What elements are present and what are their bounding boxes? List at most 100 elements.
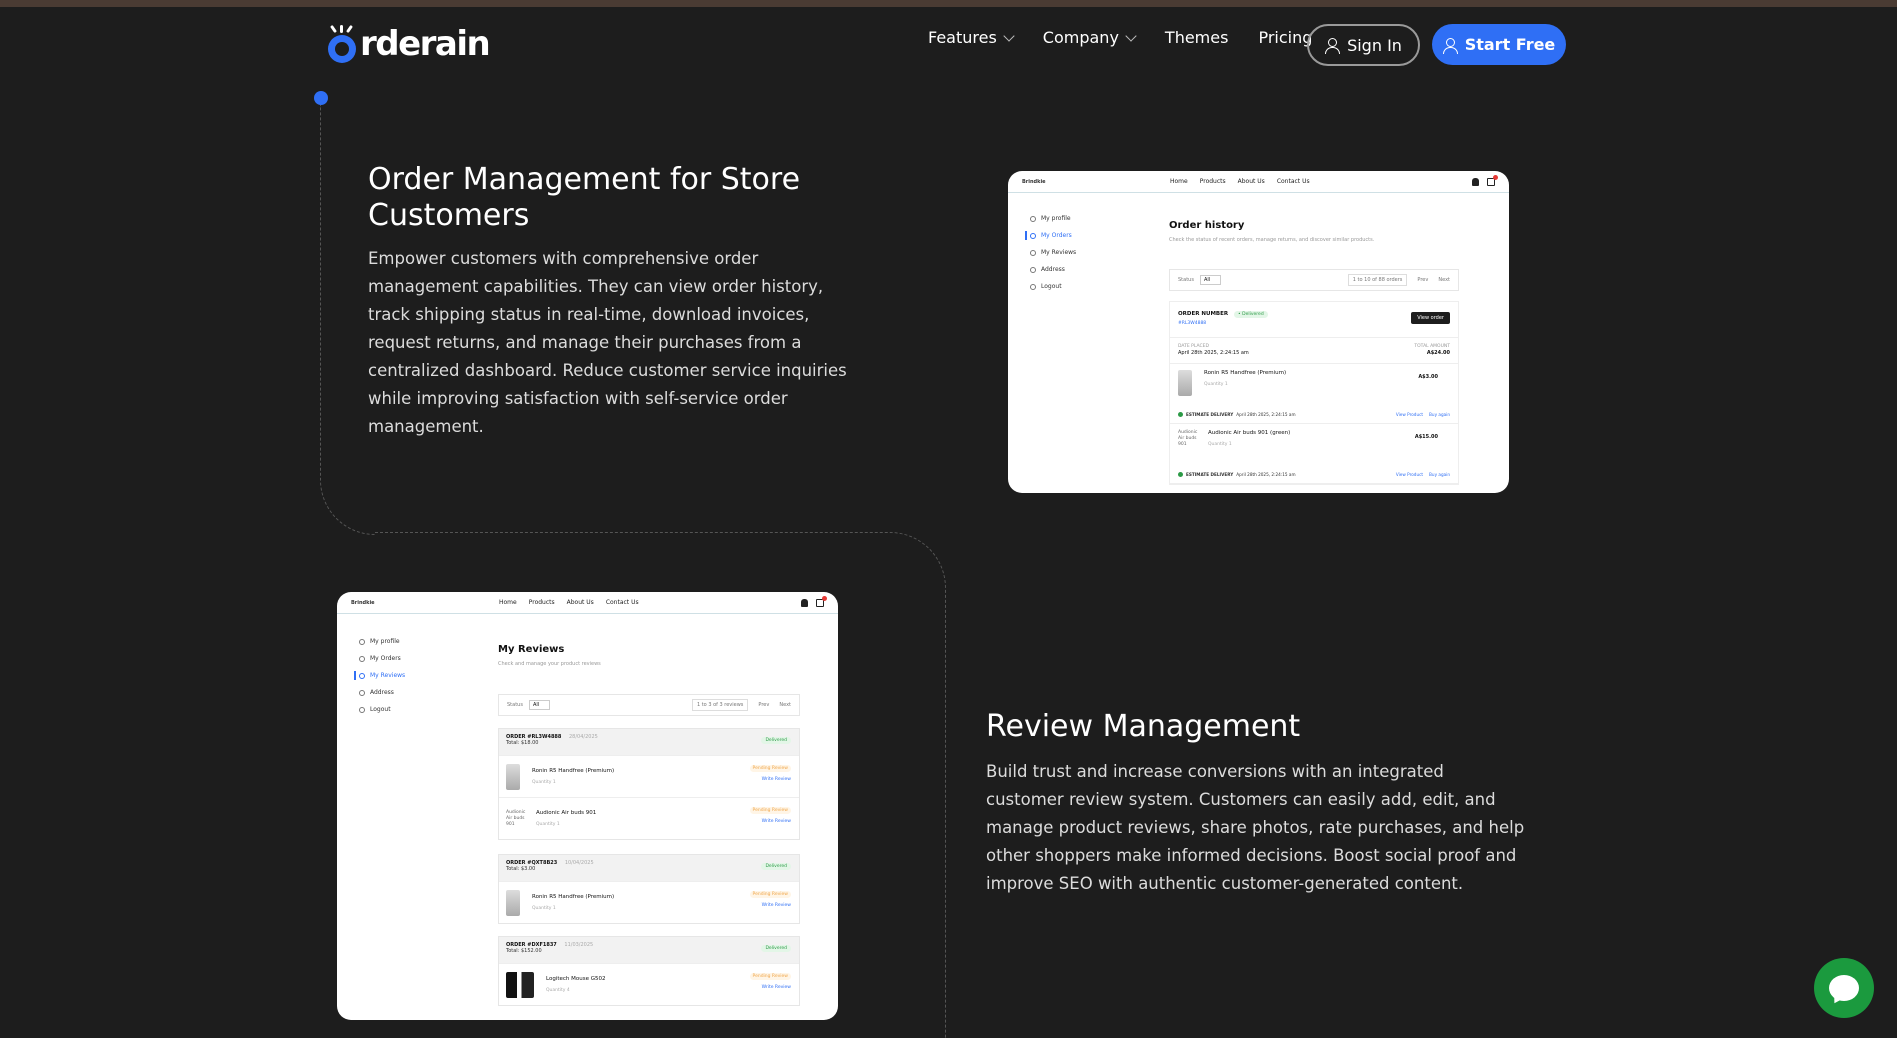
product-thumbnail: [506, 763, 520, 790]
mock-pending-badge: Pending Review: [749, 807, 791, 814]
orders-icon: [359, 655, 365, 662]
sign-in-label: Sign In: [1347, 35, 1402, 55]
mock-order-meta: DATE PLACED April 28th 2025, 2:24:15 am …: [1170, 338, 1458, 364]
start-free-button[interactable]: Start Free: [1432, 24, 1566, 65]
mock-review-item: Logitech Mouse G502 Quantity 4 Pending Re…: [499, 963, 799, 1005]
mock-buy-again: Buy again: [1429, 472, 1450, 477]
mock-link-contact: Contact Us: [605, 599, 639, 606]
profile-icon: [359, 638, 365, 645]
mock-sidebar-label: Address: [1041, 266, 1065, 273]
mock-item-qty: Quantity 1: [532, 906, 556, 911]
mock-filter-bar: Status All 1 to 3 of 3 reviews Prev Next: [498, 694, 800, 716]
mock-page-title: My Reviews: [498, 644, 565, 655]
sign-in-button[interactable]: Sign In: [1307, 24, 1420, 66]
mock-review-status: Pending Review Write Review: [749, 806, 791, 824]
mock-pending-badge: Pending Review: [749, 973, 791, 980]
mock-link-contact: Contact Us: [1276, 178, 1310, 185]
mock-filter-bar: Status All 1 to 10 of 88 orders Prev Nex…: [1169, 269, 1459, 291]
mock-item-name: Ronin R5 Handfree (Premium): [532, 768, 615, 774]
reviews-icon: [1030, 249, 1036, 256]
top-accent-bar: [0, 0, 1897, 7]
mock-write-review: Write Review: [761, 985, 791, 990]
mock-sidebar-item: My profile: [1030, 215, 1076, 222]
nav-themes[interactable]: Themes: [1165, 28, 1229, 47]
logout-icon: [1030, 283, 1036, 290]
chevron-down-icon: [1003, 29, 1015, 42]
mock-order-item: Audionic Air buds 901 Audionic Air buds …: [1170, 424, 1458, 484]
chat-widget-button[interactable]: [1814, 958, 1874, 1018]
mock-write-review: Write Review: [761, 777, 791, 782]
mock-item-price: A$15.00: [1414, 434, 1438, 440]
mock-sidebar: My profile My Orders My Reviews Address …: [354, 638, 405, 713]
mock-estimate-label: ESTIMATE DELIVERY: [1186, 472, 1234, 477]
section-review-body: Build trust and increase conversions wit…: [986, 762, 1525, 893]
section-review-title: Review Management: [986, 709, 1301, 744]
mock-link-products: Products: [528, 599, 555, 606]
nav-company-label: Company: [1042, 28, 1119, 47]
mock-sidebar-label: Logout: [370, 706, 391, 713]
check-icon: [1178, 412, 1183, 417]
nav-pricing[interactable]: Pricing: [1258, 28, 1312, 47]
logout-icon: [359, 706, 365, 713]
start-free-label: Start Free: [1464, 35, 1556, 54]
mock-write-review: Write Review: [761, 819, 791, 824]
mock-sidebar-item: Address: [1030, 266, 1076, 273]
mock-item-qty: Quantity 1: [532, 780, 556, 785]
mock-item-actions: View Product Buy again: [1396, 412, 1450, 417]
mock-filter-select: All: [1199, 275, 1222, 285]
mock-order-total: Total: $18.00: [506, 740, 539, 746]
mock-review-status: Pending Review Write Review: [749, 972, 791, 990]
mock-write-review: Write Review: [761, 903, 791, 908]
chat-icon: [1829, 975, 1859, 1001]
mock-filter-select: All: [528, 700, 551, 710]
nav-features[interactable]: Features: [928, 28, 1015, 47]
mock-order-total: Total: $3.00: [506, 866, 536, 872]
mock-pending-badge: Pending Review: [749, 891, 791, 898]
mock-item-qty: Quantity 4: [546, 988, 570, 993]
mock-link-home: Home: [499, 599, 517, 606]
mock-review-status: Pending Review Write Review: [749, 890, 791, 908]
mock-item-price: A$3.00: [1418, 374, 1438, 380]
mock-header-icons: [801, 595, 827, 607]
profile-icon: [1030, 215, 1036, 222]
mock-sidebar-label: My profile: [1041, 215, 1071, 222]
active-indicator: [1025, 231, 1027, 240]
user-icon: [1325, 38, 1341, 54]
user-icon: [1472, 177, 1479, 186]
mock-total: TOTAL AMOUNT A$24.00: [1414, 344, 1450, 356]
address-icon: [359, 689, 365, 696]
mock-buy-again: Buy again: [1429, 412, 1450, 417]
mock-count: 1 to 3 of 3 reviews: [691, 699, 749, 711]
brand-logo[interactable]: rderain: [328, 24, 491, 64]
mock-next: Next: [1438, 277, 1450, 283]
mock-item-name: Ronin R5 Handfree (Premium): [532, 894, 615, 900]
brand-name: rderain: [360, 24, 491, 64]
mock-pagination: 1 to 10 of 88 orders Prev Next: [1347, 274, 1450, 286]
mock-date-value: April 28th 2025, 2:24:15 am: [1178, 350, 1249, 356]
mock-order-item: Ronin R5 Handfree (Premium) Quantity 1 A…: [1170, 364, 1458, 424]
mock-header: Brindkie Home Products About Us Contact …: [1008, 171, 1509, 193]
product-thumbnail: [1178, 370, 1192, 396]
mock-date-label: DATE PLACED: [1178, 344, 1209, 349]
mock-item-name: Audionic Air buds 901 (green): [1208, 430, 1291, 436]
section-order-title: Order Management for Store Customers: [368, 162, 801, 233]
mock-link-home: Home: [1170, 178, 1188, 185]
mock-next: Next: [779, 702, 791, 708]
mock-count: 1 to 10 of 88 orders: [1347, 274, 1408, 286]
mock-sidebar-item-active: My Reviews: [354, 671, 405, 680]
mock-delivered-badge: Delivered: [761, 945, 791, 952]
mock-estimate: ESTIMATE DELIVERY April 28th 2025, 2:24:1…: [1178, 472, 1296, 477]
mock-review-order-header: ORDER #DXF1837 11/03/2025 Total: $152.00…: [499, 937, 799, 963]
mock-item-qty: Quantity 1: [1208, 442, 1232, 447]
mock-review-order-header: ORDER #RL3W4888 28/04/2025 Total: $18.00…: [499, 729, 799, 755]
mock-item-qty: Quantity 1: [536, 822, 560, 827]
chevron-down-icon: [1125, 29, 1137, 42]
mock-sidebar-label: My Orders: [370, 655, 401, 662]
address-icon: [1030, 266, 1036, 273]
mock-review-item: Ronin R5 Handfree (Premium) Quantity 1 Pe…: [499, 755, 799, 797]
product-thumbnail: [506, 889, 520, 916]
mock-sidebar-item: My Orders: [359, 655, 405, 662]
mock-sidebar: My profile My Orders My Reviews Address …: [1025, 215, 1076, 290]
mock-order-card: ORDER NUMBER • Delivered #RL3W4888 View …: [1169, 301, 1459, 485]
nav-company[interactable]: Company: [1042, 28, 1137, 47]
